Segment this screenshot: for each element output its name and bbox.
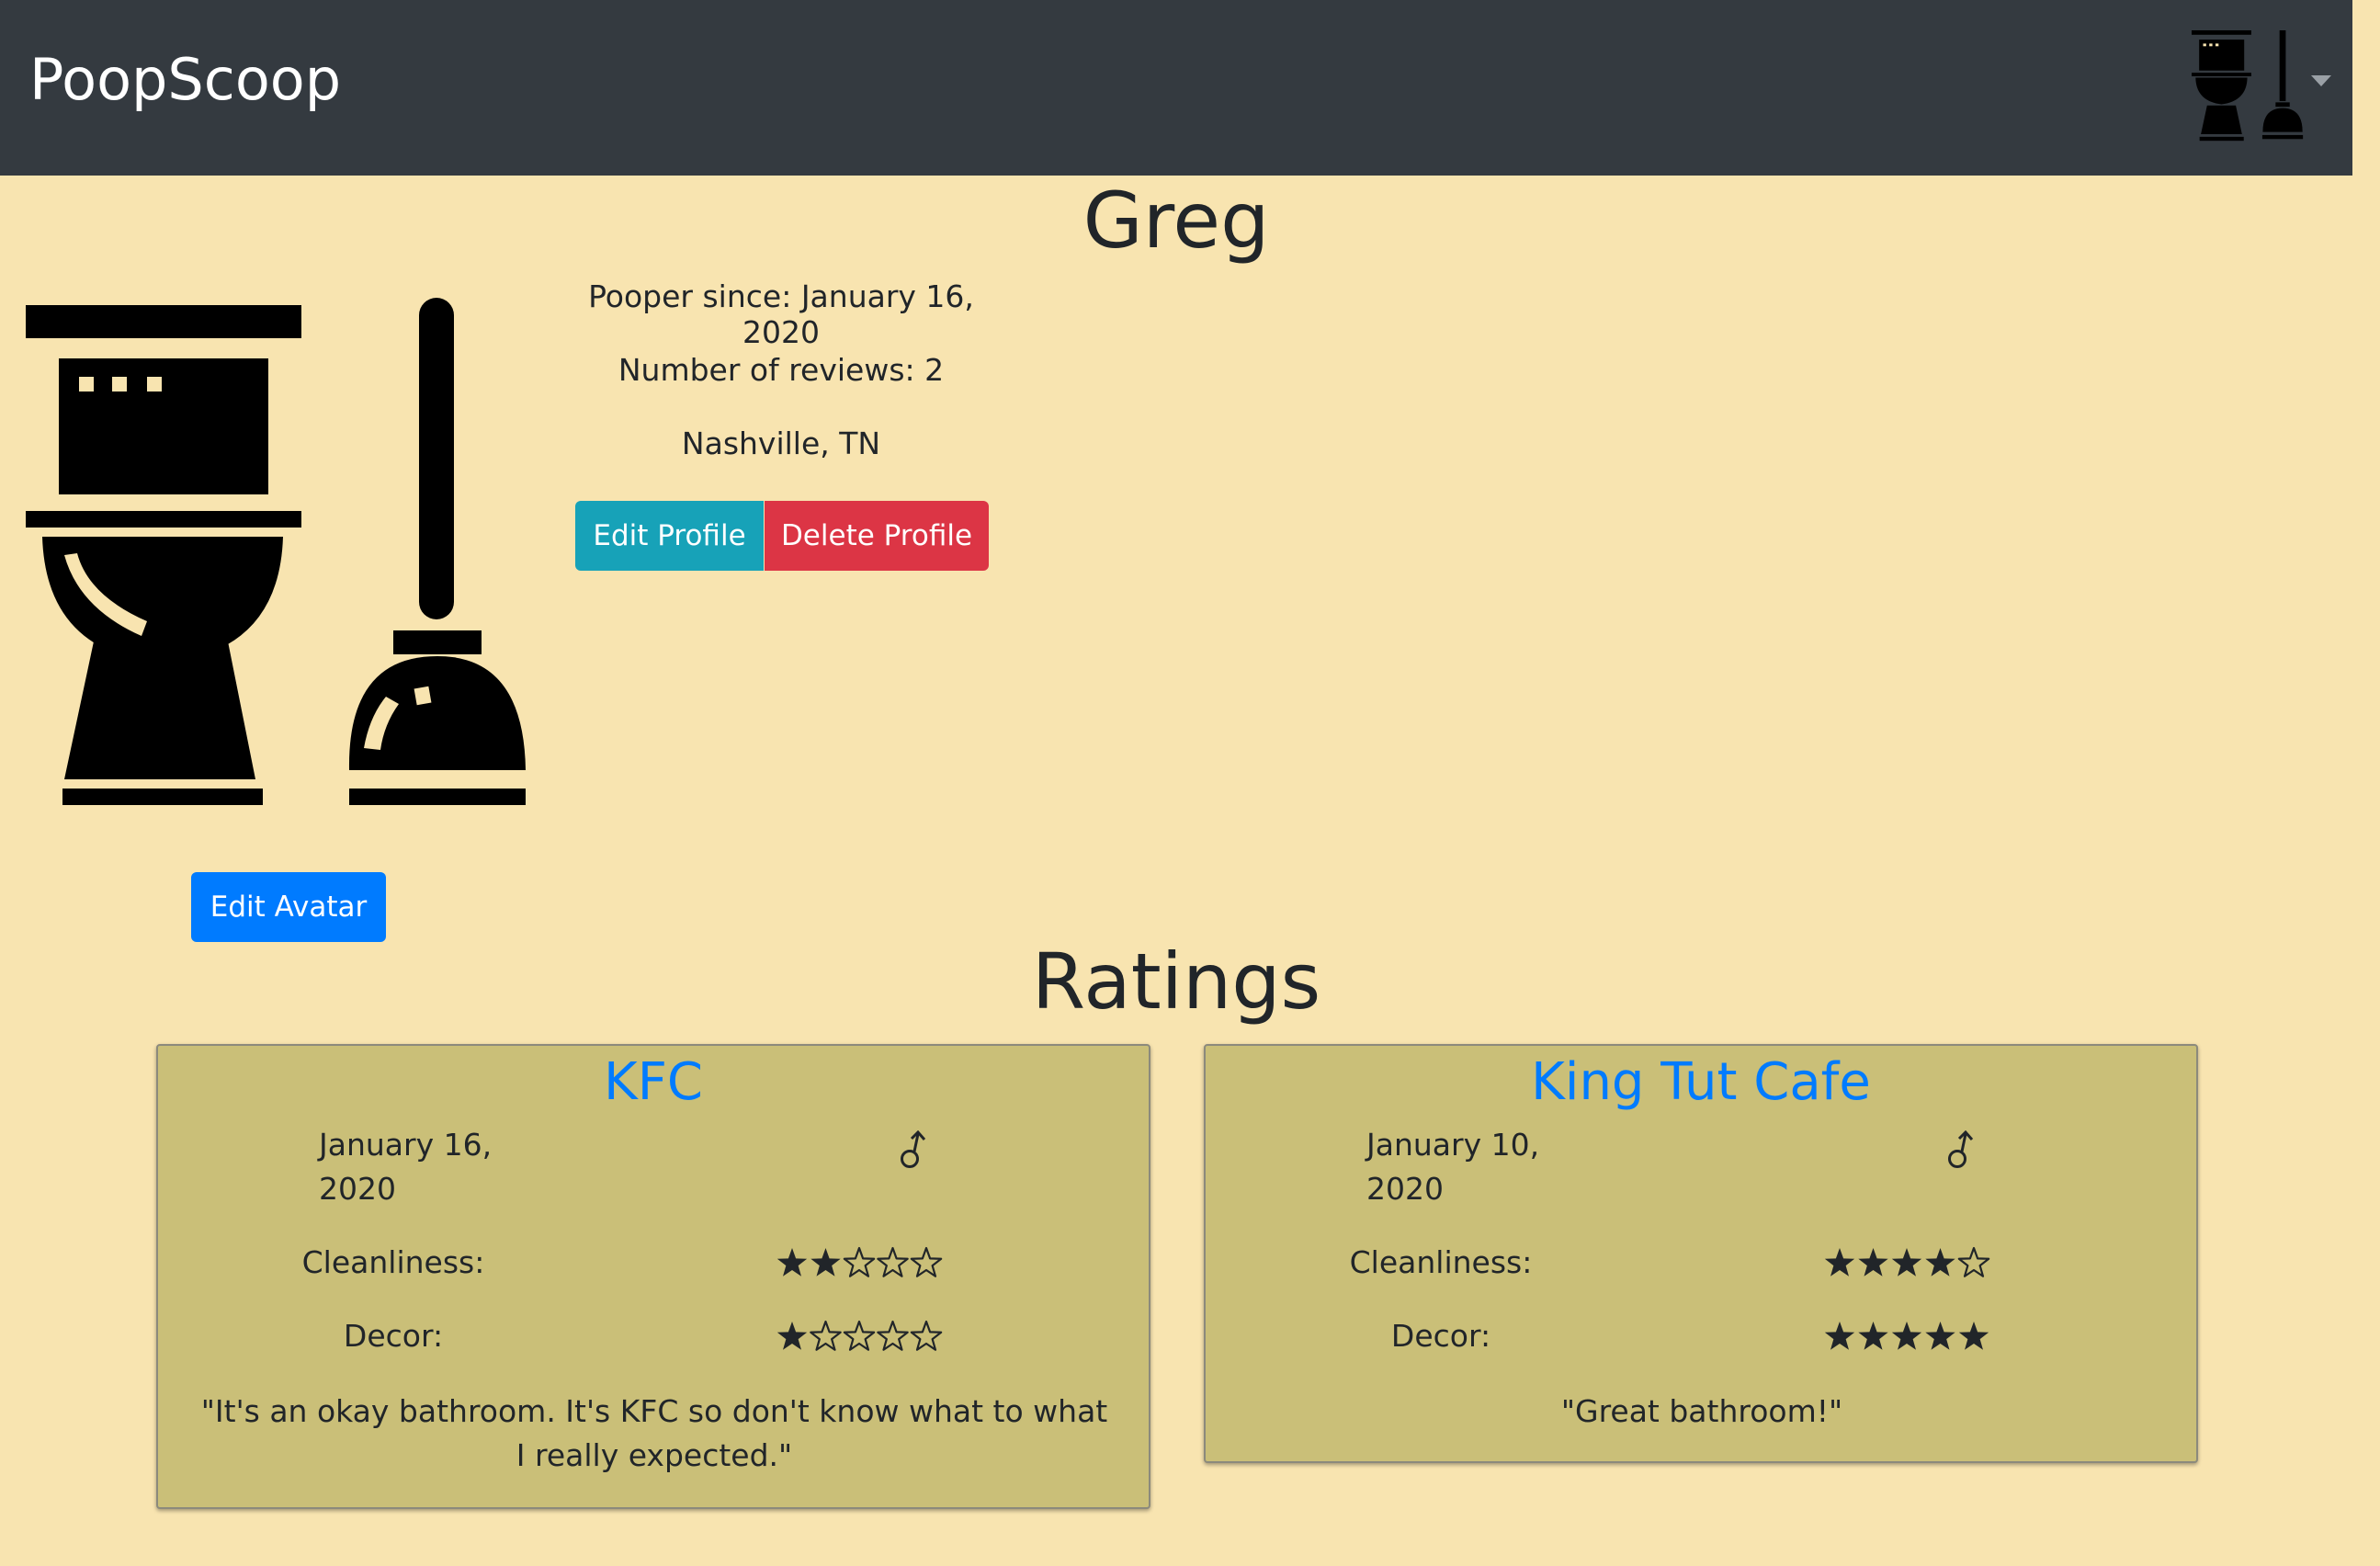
rating-comment: "It's an okay bathroom. It's KFC so don'… [200, 1393, 1108, 1473]
cleanliness-stars [776, 1246, 943, 1277]
decor-label: Decor: [1390, 1318, 1491, 1354]
star-filled-icon [1858, 1248, 1888, 1277]
decor-stars [776, 1320, 943, 1351]
user-avatar-icon[interactable] [2192, 30, 2306, 145]
review-count: Number of reviews: 2 [618, 352, 945, 388]
dropdown-caret-icon[interactable] [2311, 75, 2331, 88]
decor-label: Decor: [343, 1318, 444, 1354]
male-symbol-icon [1948, 1130, 1974, 1168]
delete-profile-button[interactable]: Delete Profile [765, 501, 989, 571]
edit-avatar-button[interactable]: Edit Avatar [191, 872, 386, 942]
rating-place-link[interactable]: KFC [158, 1051, 1149, 1113]
rating-card: KFC January 16, 2020 Cleanliness: Decor:… [156, 1044, 1150, 1509]
avatar-toilet-plunger-icon [26, 298, 526, 805]
star-filled-icon [776, 1322, 808, 1350]
star-filled-icon [1891, 1322, 1922, 1350]
star-filled-icon [1958, 1322, 1989, 1350]
profile-name: Greg [1082, 176, 1270, 266]
male-symbol-icon [901, 1130, 926, 1168]
rating-date: January 10, 2020 [1366, 1127, 1540, 1207]
star-filled-icon [1925, 1322, 1955, 1350]
cleanliness-stars [1824, 1246, 1990, 1277]
star-filled-icon [1824, 1322, 1855, 1350]
rating-date: January 16, 2020 [319, 1127, 493, 1207]
star-empty-icon [877, 1320, 909, 1351]
navbar: PoopScoop [0, 0, 2352, 176]
star-empty-icon [843, 1320, 876, 1351]
pooper-since: Pooper since: January 16, 2020 [588, 278, 974, 350]
star-empty-icon [843, 1246, 876, 1277]
star-filled-icon [810, 1248, 841, 1277]
star-empty-icon [1957, 1246, 1990, 1277]
edit-profile-button[interactable]: Edit Profile [575, 501, 764, 571]
decor-stars [1824, 1322, 1989, 1350]
star-filled-icon [1824, 1248, 1855, 1277]
star-empty-icon [810, 1320, 842, 1351]
star-empty-icon [910, 1246, 943, 1277]
rating-card: King Tut Cafe January 10, 2020 Cleanline… [1204, 1044, 2198, 1463]
brand-link[interactable]: PoopScoop [29, 46, 341, 113]
cleanliness-label: Cleanliness: [1349, 1244, 1533, 1280]
rating-comment: "Great bathroom!" [1560, 1393, 1843, 1429]
ratings-title: Ratings [1031, 936, 1321, 1027]
location: Nashville, TN [681, 426, 881, 461]
star-filled-icon [776, 1248, 808, 1277]
star-empty-icon [877, 1246, 909, 1277]
star-empty-icon [910, 1320, 943, 1351]
star-filled-icon [1891, 1248, 1922, 1277]
rating-place-link[interactable]: King Tut Cafe [1206, 1051, 2196, 1113]
star-filled-icon [1858, 1322, 1888, 1350]
cleanliness-label: Cleanliness: [301, 1244, 485, 1280]
star-filled-icon [1925, 1248, 1955, 1277]
